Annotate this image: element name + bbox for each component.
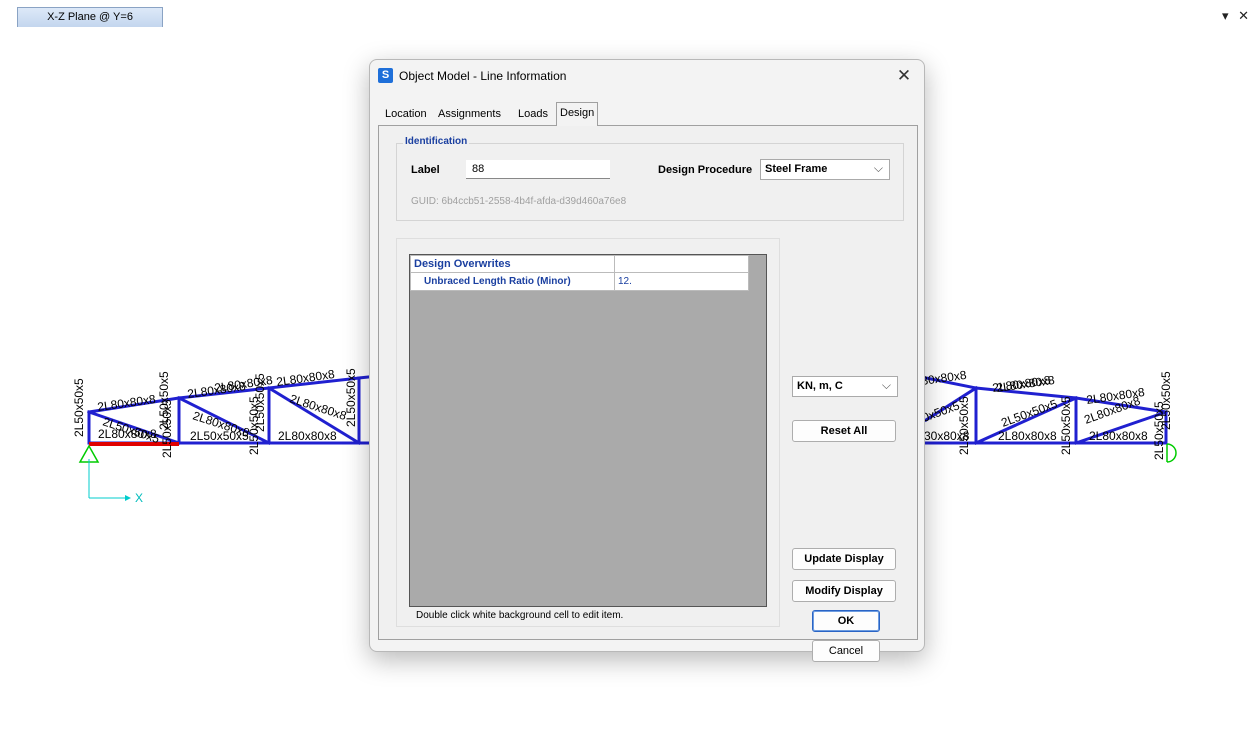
update-display-button[interactable]: Update Display [792, 548, 896, 570]
overwrites-frame: Design Overwrites Unbraced Length Ratio … [396, 238, 780, 627]
member-label: 2L80x80x8 [275, 367, 335, 389]
ok-button[interactable]: OK [812, 610, 880, 632]
tab-assignments[interactable]: Assignments [435, 105, 504, 124]
member-label: 2L50x50x5 [1152, 401, 1166, 460]
close-icon[interactable]: ✕ [894, 66, 914, 86]
member-label: 2L50x50x5 [1059, 396, 1073, 455]
label-caption: Label [411, 164, 440, 176]
modify-display-button[interactable]: Modify Display [792, 580, 896, 602]
member-label: 2L50x50x5 [72, 378, 86, 437]
units-dropdown[interactable]: KN, m, C ⌵ [792, 376, 898, 397]
member-label: 0x50x5 [920, 398, 961, 425]
edit-hint: Double click white background cell to ed… [416, 610, 624, 621]
member-label: 2L50x50x5 [190, 429, 249, 443]
overwrites-header-value [615, 255, 749, 273]
member-label: 2L50x50x5 [160, 399, 174, 458]
identification-group: Identification Label 88 Design Procedure… [396, 136, 904, 221]
design-procedure-dropdown[interactable]: Steel Frame ⌵ [760, 159, 890, 180]
design-panel: Identification Label 88 Design Procedure… [378, 125, 918, 662]
x-axis-label: X [135, 491, 143, 505]
member-label: 2L80x80x8 [98, 427, 157, 441]
member-label: 2L80x80x8 [278, 429, 337, 443]
member-label: 2L50x50x5 [247, 396, 261, 455]
overwrite-row-value[interactable]: 12. [615, 273, 749, 291]
design-procedure-value: Steel Frame [765, 163, 828, 175]
dialog-titlebar[interactable]: S Object Model - Line Information ✕ [370, 60, 924, 92]
line-information-dialog: S Object Model - Line Information ✕ Loca… [369, 59, 925, 662]
member-label: 2L80x80x8 [96, 392, 156, 414]
tab-loads[interactable]: Loads [515, 105, 551, 124]
tab-design[interactable]: Design [556, 102, 599, 126]
dialog-title: Object Model - Line Information [399, 69, 567, 83]
member-label: 2L50x50x5 [999, 396, 1059, 429]
overwrite-row-name: Unbraced Length Ratio (Minor) [410, 273, 615, 291]
chevron-down-icon: ⌵ [873, 161, 883, 175]
chevron-down-icon: ⌵ [881, 378, 891, 392]
tab-location[interactable]: Location [382, 105, 430, 124]
identification-legend: Identification [403, 136, 470, 147]
reset-all-button[interactable]: Reset All [792, 420, 896, 442]
member-label: 2L50x50x5 [957, 396, 971, 455]
label-field[interactable]: 88 [466, 160, 610, 179]
x-axis-arrow-icon [125, 495, 131, 501]
guid-text: GUID: 6b4ccb51-2558-4b4f-afda-d39d460a76… [411, 196, 627, 207]
overwrites-grid[interactable]: Design Overwrites Unbraced Length Ratio … [409, 254, 767, 607]
app-icon: S [378, 68, 393, 83]
roller-support-icon [1166, 443, 1177, 463]
member-label: 2L80x80x8 [1089, 429, 1148, 443]
member-label: 2L50x50x5 [344, 368, 358, 427]
design-procedure-caption: Design Procedure [658, 164, 753, 176]
member-label: 2L80x80x8 [998, 429, 1057, 443]
axis-indicator: X [88, 459, 143, 505]
cancel-button[interactable]: Cancel [812, 640, 880, 662]
overwrites-header: Design Overwrites [410, 255, 615, 273]
units-value: KN, m, C [797, 380, 843, 392]
